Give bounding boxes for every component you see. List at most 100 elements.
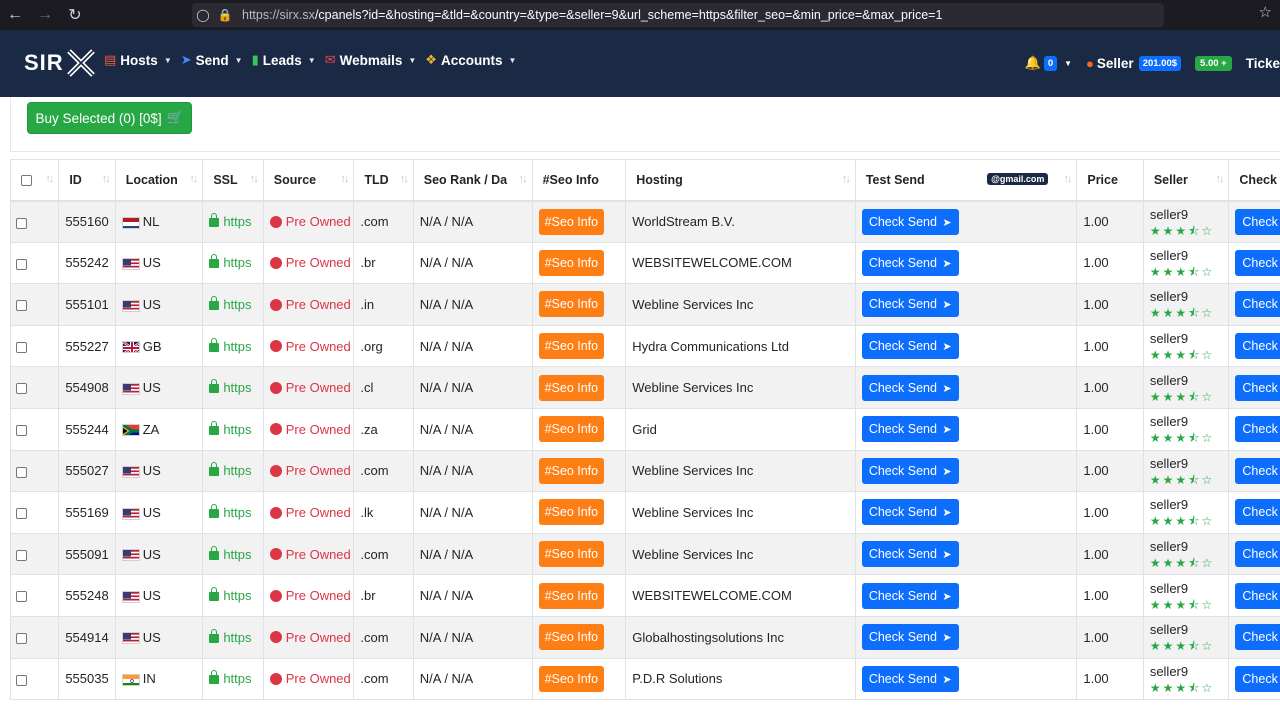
table-row[interactable]: 555169 US https Pre Owned .lk N/A / N/A #Seo I… xyxy=(9,491,1280,534)
table-row[interactable]: 555101 US https Pre Owned .in N/A / N/A #Seo I… xyxy=(9,283,1280,326)
check-button[interactable]: Check xyxy=(1235,208,1280,235)
sort-icon[interactable]: ↑↓ xyxy=(189,173,198,185)
col-header-price[interactable]: Price xyxy=(1076,159,1144,202)
check-send-button[interactable]: Check Send ➤ xyxy=(861,416,959,443)
seo-info-button[interactable]: #Seo Info xyxy=(538,333,605,360)
col-header-test-send[interactable]: Test Send @gmail.com ↑↓ xyxy=(854,159,1078,202)
sort-icon[interactable]: ↑↓ xyxy=(45,173,54,185)
row-checkbox[interactable] xyxy=(16,300,27,312)
menu-leads[interactable]: ▮ Leads ▼ xyxy=(252,52,316,68)
check-button[interactable]: Check xyxy=(1235,291,1280,318)
check-button[interactable]: Check xyxy=(1235,457,1280,484)
lock-icon[interactable]: 🔒 xyxy=(214,3,236,27)
check-send-button[interactable]: Check Send ➤ xyxy=(861,291,959,318)
sort-icon[interactable]: ↑↓ xyxy=(250,173,259,185)
check-send-button[interactable]: Check Send ➤ xyxy=(861,208,959,235)
check-send-button[interactable]: Check Send ➤ xyxy=(861,624,959,651)
row-checkbox[interactable] xyxy=(16,425,27,437)
table-row[interactable]: 554908 US https Pre Owned .cl N/A / N/A #Seo I… xyxy=(9,366,1280,409)
seo-info-button[interactable]: #Seo Info xyxy=(538,291,605,318)
table-row[interactable]: 555227 GB https Pre Owned .org N/A / N/A #Seo … xyxy=(9,324,1280,368)
bookmark-star-icon[interactable]: ☆ xyxy=(1259,3,1272,21)
forward-arrow-icon[interactable]: → xyxy=(30,0,60,30)
col-header-id[interactable]: ID ↑↓ xyxy=(58,159,116,202)
table-row[interactable]: 555244 ZA https Pre Owned .za N/A / N/A #Seo I… xyxy=(9,407,1280,451)
col-header-hosting[interactable]: Hosting ↑↓ xyxy=(625,159,856,202)
seo-info-button[interactable]: #Seo Info xyxy=(538,624,605,651)
check-button[interactable]: Check xyxy=(1235,374,1280,401)
check-send-button[interactable]: Check Send ➤ xyxy=(861,333,959,360)
sort-icon[interactable]: ↑↓ xyxy=(1215,173,1224,185)
sort-icon[interactable]: ↑↓ xyxy=(400,173,409,185)
check-send-button[interactable]: Check Send ➤ xyxy=(861,665,959,692)
sort-icon[interactable]: ↑↓ xyxy=(340,173,349,185)
row-checkbox[interactable] xyxy=(16,217,27,229)
seo-info-button[interactable]: #Seo Info xyxy=(538,499,605,526)
check-send-button[interactable]: Check Send ➤ xyxy=(861,249,959,276)
row-checkbox[interactable] xyxy=(16,549,27,561)
row-checkbox[interactable] xyxy=(16,508,27,520)
row-checkbox[interactable] xyxy=(16,466,27,478)
check-button[interactable]: Check xyxy=(1235,249,1280,276)
seo-info-button[interactable]: #Seo Info xyxy=(538,374,605,401)
seo-info-button[interactable]: #Seo Info xyxy=(538,665,605,692)
row-checkbox[interactable] xyxy=(16,341,27,353)
sort-icon[interactable]: ↑↓ xyxy=(102,173,111,185)
table-row[interactable]: 555027 US https Pre Owned .com N/A / N/A #Seo … xyxy=(9,449,1280,493)
notification-caret-icon[interactable]: ▼ xyxy=(1064,59,1072,68)
add-balance-badge[interactable]: 5.00 + xyxy=(1195,55,1232,71)
col-header-location[interactable]: Location ↑↓ xyxy=(114,159,204,202)
row-checkbox[interactable] xyxy=(16,633,27,644)
check-send-button[interactable]: Check Send ➤ xyxy=(861,374,959,401)
row-checkbox[interactable] xyxy=(16,258,27,270)
notification-count[interactable]: 0 xyxy=(1043,55,1058,71)
table-row[interactable]: 554914 US https Pre Owned .com N/A / N/A #Seo … xyxy=(9,615,1280,659)
select-all-checkbox[interactable] xyxy=(21,174,32,186)
col-header-seller[interactable]: Seller ↑↓ xyxy=(1142,159,1230,202)
check-send-button[interactable]: Check Send ➤ xyxy=(861,457,959,484)
col-header-source[interactable]: Source ↑↓ xyxy=(262,159,355,202)
check-button[interactable]: Check xyxy=(1235,499,1280,526)
back-arrow-icon[interactable]: ← xyxy=(0,0,30,30)
menu-webmails[interactable]: ✉ Webmails ▼ xyxy=(325,52,417,68)
col-header-seo-info[interactable]: #Seo Info xyxy=(531,159,627,202)
seo-info-button[interactable]: #Seo Info xyxy=(538,416,605,443)
row-checkbox[interactable] xyxy=(16,383,27,395)
row-checkbox[interactable] xyxy=(16,591,27,603)
table-row[interactable]: 555035 IN https Pre Owned .com N/A / N/A #Seo … xyxy=(9,657,1280,701)
col-header-seo-rank-da[interactable]: Seo Rank / Da ↑↓ xyxy=(412,159,533,202)
site-logo[interactable]: SIR xyxy=(24,47,96,79)
seo-info-button[interactable]: #Seo Info xyxy=(538,249,605,276)
sort-icon[interactable]: ↑↓ xyxy=(842,173,851,185)
table-row[interactable]: 555248 US https Pre Owned .br N/A / N/A #Seo I… xyxy=(9,574,1280,617)
check-send-button[interactable]: Check Send ➤ xyxy=(861,582,959,609)
menu-hosts[interactable]: ▤ Hosts ▼ xyxy=(104,52,172,68)
tickets-link[interactable]: Ticke xyxy=(1246,56,1280,71)
seo-info-button[interactable]: #Seo Info xyxy=(538,541,605,568)
check-button[interactable]: Check xyxy=(1235,582,1280,609)
table-row[interactable]: 555242 US https Pre Owned .br N/A / N/A #Seo I… xyxy=(9,241,1280,285)
seo-info-button[interactable]: #Seo Info xyxy=(538,457,605,484)
sort-icon[interactable]: ↑↓ xyxy=(1063,173,1072,185)
menu-send[interactable]: ➤ Send ▼ xyxy=(181,52,243,68)
check-button[interactable]: Check xyxy=(1235,541,1280,568)
check-button[interactable]: Check xyxy=(1235,333,1280,360)
buy-selected-button[interactable]: Buy Selected (0) [0$] 🛒 xyxy=(27,102,192,134)
menu-accounts[interactable]: ❖ Accounts ▼ xyxy=(425,52,516,68)
reload-icon[interactable]: ↻ xyxy=(60,0,90,30)
col-header-tld[interactable]: TLD ↑↓ xyxy=(353,159,414,202)
seller-label[interactable]: Seller xyxy=(1097,56,1134,71)
col-header-ssl[interactable]: SSL ↑↓ xyxy=(202,159,264,202)
shield-icon[interactable]: ◯ xyxy=(192,3,214,27)
seo-info-button[interactable]: #Seo Info xyxy=(538,582,605,609)
check-button[interactable]: Check xyxy=(1235,624,1280,651)
table-row[interactable]: 555160 NL https Pre Owned .com N/A / N/A #Seo … xyxy=(9,200,1280,243)
check-button[interactable]: Check xyxy=(1235,665,1280,692)
col-header-check[interactable]: Check xyxy=(1228,159,1280,202)
table-row[interactable]: 555091 US https Pre Owned .com N/A / N/A #Seo … xyxy=(9,532,1280,576)
bell-icon[interactable]: 🔔 xyxy=(1025,55,1041,71)
seo-info-button[interactable]: #Seo Info xyxy=(538,208,605,235)
url-text[interactable]: https://sirx.sx/cpanels?id=&hosting=&tld… xyxy=(242,8,942,22)
check-send-button[interactable]: Check Send ➤ xyxy=(861,499,959,526)
address-bar[interactable]: ◯ 🔒 https://sirx.sx/cpanels?id=&hosting=… xyxy=(192,3,1164,27)
